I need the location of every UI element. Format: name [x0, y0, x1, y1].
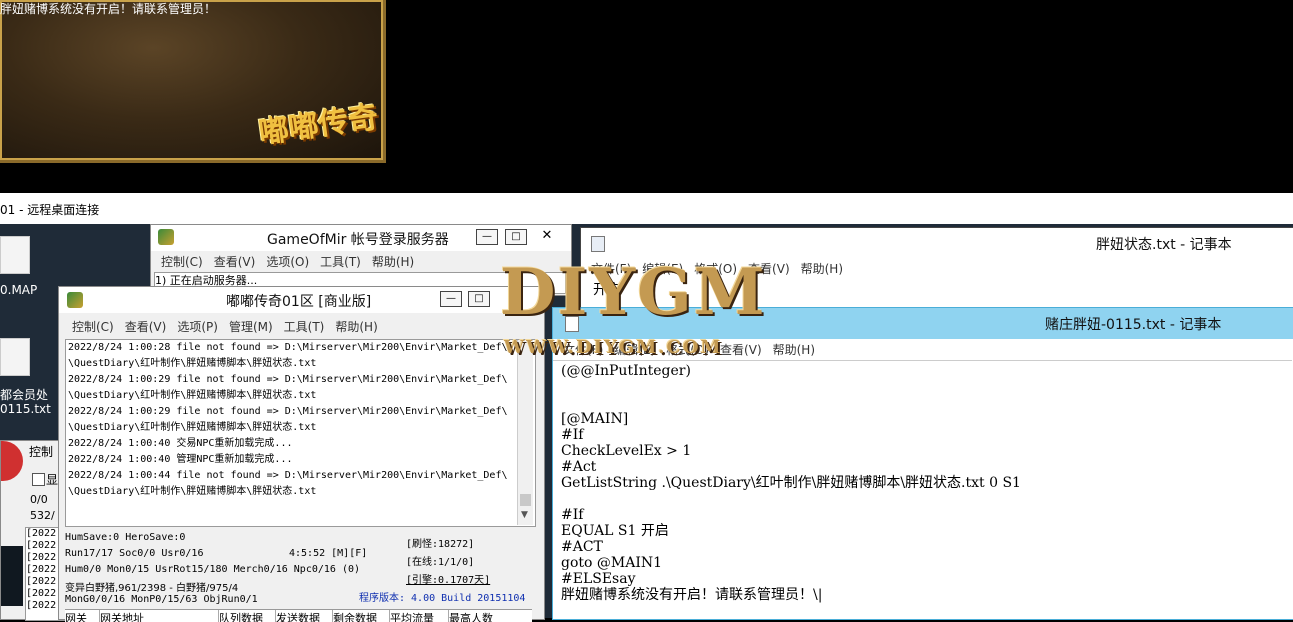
script-line: #Act — [561, 459, 597, 475]
notepad-script-editor[interactable]: (@@InPutInteger) [@MAIN] #If CheckLevelE… — [553, 360, 1292, 619]
game-logo: 嘟嘟传奇 — [256, 99, 381, 152]
log-line: 2022/8/24 1:00:29 file not found => D:\M… — [68, 374, 508, 385]
scrollbar-thumb[interactable] — [520, 494, 531, 506]
login-server-titlebar[interactable]: GameOfMir 帐号登录服务器 — □ ✕ — [151, 225, 571, 251]
menu-options[interactable]: 选项(P) — [177, 320, 218, 334]
log-line: 2022/8/24 1:00:40 交易NPC重新加载完成... — [68, 438, 293, 449]
menu-control[interactable]: 控制(C) — [161, 255, 203, 269]
menu-help[interactable]: 帮助(H) — [372, 255, 414, 269]
desktop-icon-label-member: 都会员处 — [0, 388, 49, 402]
col-avg[interactable]: 平均流量 — [390, 610, 449, 622]
program-version: 程序版本: 4.00 Build 20151104 — [359, 593, 526, 604]
gateway-table-header: 网关 网关地址 队列数据 发送数据 剩余数据 平均流量 最高人数 — [65, 609, 532, 622]
game-server-menubar: 控制(C) 查看(V) 选项(P) 管理(M) 工具(T) 帮助(H) — [59, 318, 544, 338]
menu-options[interactable]: 选项(O) — [266, 255, 309, 269]
log-line: 2022/8/24 1:00:28 file not found => D:\M… — [68, 342, 508, 353]
script-line: #ELSEsay — [561, 571, 636, 587]
scroll-down-icon[interactable]: ▼ — [521, 510, 528, 520]
stat-mon: MonG0/0/16 MonP0/15/63 ObjRun0/1 — [65, 594, 258, 605]
col-remain[interactable]: 剩余数据 — [333, 610, 390, 622]
script-line: (@@InPutInteger) — [561, 363, 691, 379]
log-line: \QuestDiary\红叶制作\胖妞赌博脚本\胖妞状态.txt — [68, 486, 317, 497]
game-server-title: 嘟嘟传奇01区 [商业版] — [226, 294, 372, 310]
background-window-checkbox[interactable] — [32, 473, 45, 486]
watermark-url: WWW.DIYGM.COM — [504, 337, 723, 358]
mir-app-icon — [67, 292, 83, 308]
game-server-log: 2022/8/24 1:00:28 file not found => D:\M… — [65, 339, 536, 527]
script-line: [@MAIN] — [561, 411, 629, 427]
script-line: #ACT — [561, 539, 603, 555]
remote-desktop-titlebar: 01 - 远程桌面连接 — [0, 193, 1293, 224]
stat-refresh: [刷怪:18272] — [406, 539, 475, 550]
minimize-button[interactable]: — — [440, 291, 462, 307]
script-line: CheckLevelEx > 1 — [561, 443, 692, 459]
script-line: 胖妞赌博系统没有开启！请联系管理员！\| — [561, 587, 823, 603]
col-max[interactable]: 最高人数 — [449, 610, 509, 622]
log-scrollbar[interactable]: ▼ — [517, 340, 533, 525]
game-system-message: 胖妞赌博系统没有开启！请联系管理员！ — [0, 2, 217, 16]
menu-view[interactable]: 查看(V) — [125, 320, 167, 334]
log-line: \QuestDiary\红叶制作\胖妞赌博脚本\胖妞状态.txt — [68, 390, 317, 401]
log-line: 2022/8/24 1:00:40 管理NPC重新加载完成... — [68, 454, 293, 465]
close-button[interactable]: ✕ — [537, 229, 557, 243]
minimize-button[interactable]: — — [476, 229, 498, 245]
script-line: #If — [561, 507, 584, 523]
log-line: 2022/8/24 1:00:29 file not found => D:\M… — [68, 406, 508, 417]
stat-run: Run17/17 Soc0/0 Usr0/16 — [65, 548, 204, 559]
script-line: GetListString .\QuestDiary\红叶制作\胖妞赌博脚本\胖… — [561, 475, 1021, 491]
watermark-logo: DIYGM — [500, 255, 767, 330]
stat-online: [在线:1/1/0] — [406, 557, 475, 568]
stat-save: HumSave:0 HeroSave:0 — [65, 532, 186, 543]
menu-tools[interactable]: 工具(T) — [320, 255, 361, 269]
script-line: goto @MAIN1 — [561, 555, 663, 571]
stat-engine[interactable]: [引擎:0.1707天] — [406, 571, 490, 586]
mir-app-icon — [158, 229, 174, 245]
menu-view[interactable]: 查看(V) — [720, 343, 762, 357]
menu-control[interactable]: 控制(C) — [72, 320, 114, 334]
background-window-value-2: 532/ — [30, 509, 55, 522]
remote-desktop-title: 01 - 远程桌面连接 — [0, 203, 100, 217]
menu-help[interactable]: 帮助(H) — [773, 343, 815, 357]
game-server-window[interactable]: 嘟嘟传奇01区 [商业版] — □ 控制(C) 查看(V) 选项(P) 管理(M) 工具… — [58, 286, 545, 622]
desktop-shortcut-icon[interactable] — [1, 546, 23, 606]
stat-hum: Hum0/0 Mon0/15 UsrRot15/180 Merch0/16 Np… — [65, 564, 361, 575]
game-server-titlebar[interactable]: 嘟嘟传奇01区 [商业版] — □ — [59, 287, 544, 313]
menu-manage[interactable]: 管理(M) — [229, 320, 273, 334]
log-line: \QuestDiary\红叶制作\胖妞赌博脚本\胖妞状态.txt — [68, 422, 317, 433]
desktop-icon-label-map: 0.MAP — [0, 283, 38, 297]
stat-time: 4:5:52 [M][F] — [289, 548, 368, 559]
notepad-script-title: 赌庄胖妞-0115.txt - 记事本 — [1045, 317, 1222, 333]
background-window-menu[interactable]: 控制 — [29, 443, 53, 460]
background-window-value-1: 0/0 — [30, 493, 48, 506]
game-viewport[interactable]: 胖妞赌博系统没有开启！请联系管理员！ 嘟嘟传奇 — [0, 0, 386, 163]
col-send[interactable]: 发送数据 — [276, 610, 333, 622]
stat-monster: 变异白野猪,961/2398 - 白野猪/975/4 — [65, 583, 239, 594]
script-line: #If — [561, 427, 584, 443]
background-window-checkbox-label: 显 — [46, 473, 59, 487]
col-gateway-addr[interactable]: 网关地址 — [100, 610, 219, 622]
notepad-status-title: 胖妞状态.txt - 记事本 — [1096, 237, 1232, 253]
notepad-icon — [591, 236, 605, 252]
map-file-icon[interactable] — [0, 236, 30, 274]
col-gateway[interactable]: 网关 — [65, 610, 100, 622]
menu-tools[interactable]: 工具(T) — [284, 320, 325, 334]
menu-help[interactable]: 帮助(H) — [801, 262, 843, 276]
maximize-button[interactable]: □ — [505, 229, 527, 245]
log-line: 2022/8/24 1:00:44 file not found => D:\M… — [68, 470, 508, 481]
desktop-icon-label-txt: 0115.txt — [0, 402, 51, 416]
log-line: \QuestDiary\红叶制作\胖妞赌博脚本\胖妞状态.txt — [68, 358, 317, 369]
script-line: EQUAL S1 开启 — [561, 523, 669, 539]
maximize-button[interactable]: □ — [468, 291, 490, 307]
text-file-icon[interactable] — [0, 338, 30, 376]
login-server-title: GameOfMir 帐号登录服务器 — [267, 232, 449, 248]
col-queue[interactable]: 队列数据 — [219, 610, 276, 622]
menu-view[interactable]: 查看(V) — [214, 255, 256, 269]
app-red-icon — [1, 441, 23, 481]
menu-help[interactable]: 帮助(H) — [335, 320, 377, 334]
